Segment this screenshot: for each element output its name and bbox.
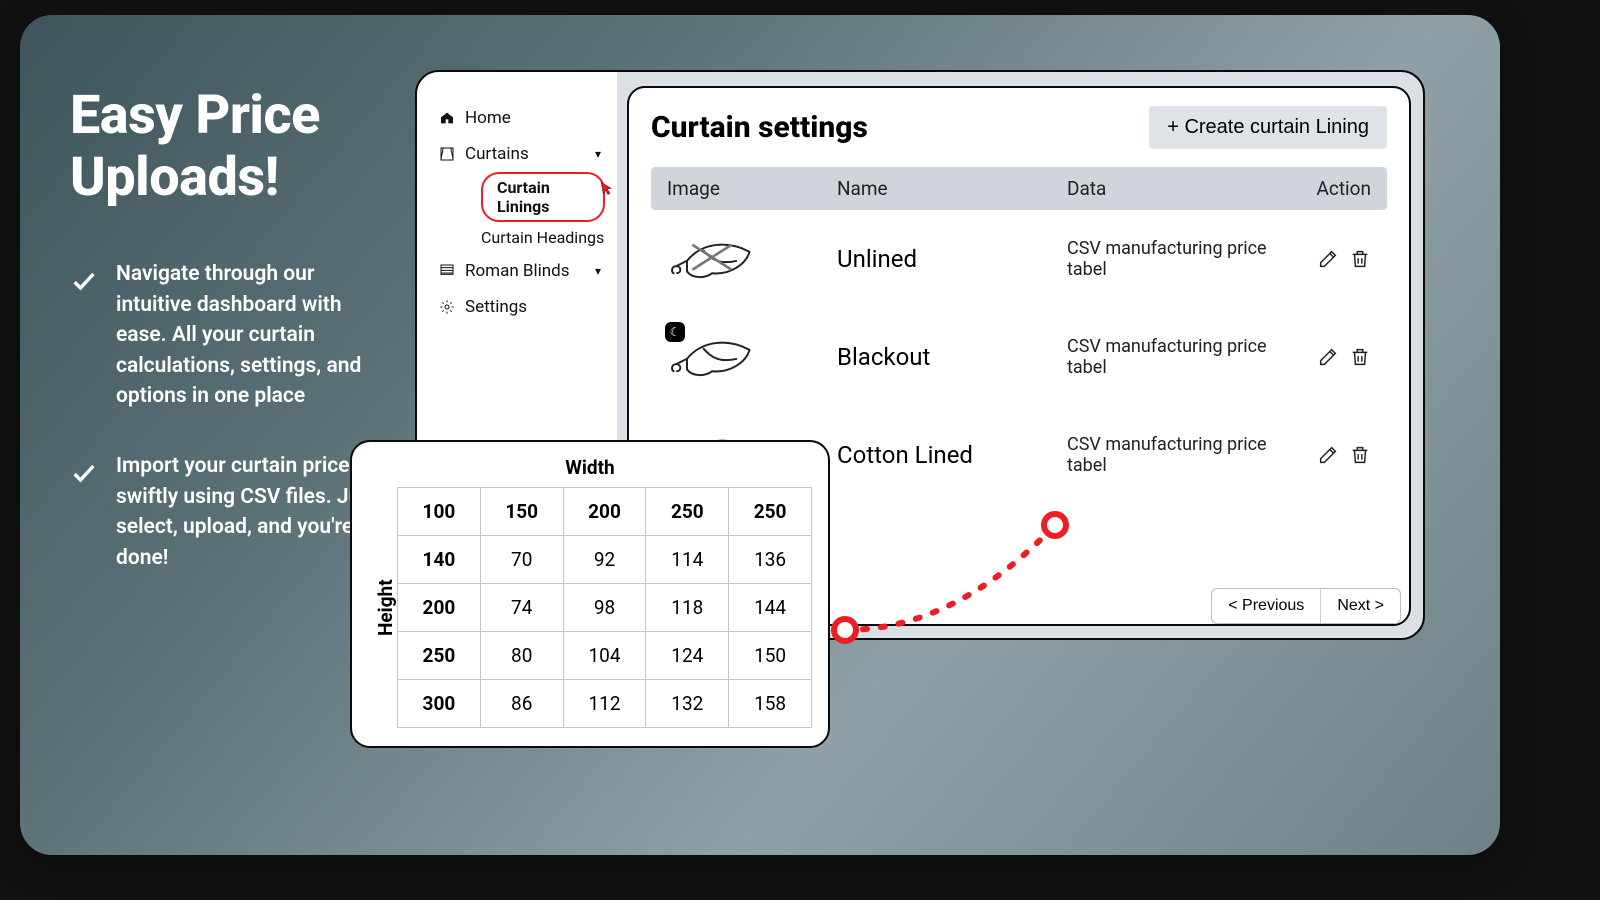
sidebar-sub-label: Curtain Headings	[481, 228, 604, 247]
price-row-head: 200	[398, 584, 481, 632]
price-cell: 92	[563, 536, 646, 584]
price-cell: 98	[563, 584, 646, 632]
trash-icon[interactable]	[1349, 248, 1371, 270]
price-cell: 132	[646, 680, 729, 728]
create-lining-button[interactable]: + Create curtain Lining	[1149, 106, 1387, 149]
price-cell: 74	[480, 584, 563, 632]
curtains-icon	[439, 146, 455, 162]
price-cell: 80	[480, 632, 563, 680]
col-header-action: Action	[1291, 177, 1371, 200]
page-title: Curtain settings	[651, 110, 868, 145]
table-header: Image Name Data Action	[651, 167, 1387, 210]
price-col-head: 250	[729, 488, 812, 536]
price-col-head: 200	[563, 488, 646, 536]
sidebar-item-roman-blinds[interactable]: Roman Blinds ▾	[435, 253, 605, 289]
price-cell: 112	[563, 680, 646, 728]
pointer-cursor-icon	[593, 178, 619, 207]
table-row: UnlinedCSV manufacturing price tabel	[651, 210, 1387, 308]
fabric-icon: ☾	[667, 332, 757, 382]
trash-icon[interactable]	[1349, 346, 1371, 368]
col-header-name: Name	[837, 177, 1067, 200]
fabric-icon	[667, 234, 757, 284]
col-header-data: Data	[1067, 177, 1291, 200]
price-row-head: 250	[398, 632, 481, 680]
gear-icon	[439, 299, 455, 315]
row-data: CSV manufacturing price tabel	[1067, 434, 1291, 476]
price-cell: 158	[729, 680, 812, 728]
check-icon	[70, 459, 98, 487]
trash-icon[interactable]	[1349, 444, 1371, 466]
row-data: CSV manufacturing price tabel	[1067, 238, 1291, 280]
price-width-label: Width	[368, 456, 812, 479]
sidebar-sub-label: Curtain Linings	[497, 178, 550, 216]
prev-button[interactable]: < Previous	[1212, 589, 1320, 623]
pager: < Previous Next >	[1211, 588, 1401, 624]
sidebar-item-label: Settings	[465, 297, 527, 317]
price-cell: 118	[646, 584, 729, 632]
sidebar-item-settings[interactable]: Settings	[435, 289, 605, 325]
sidebar-sub-curtain-linings[interactable]: Curtain Linings	[481, 172, 605, 222]
sidebar-item-label: Home	[465, 108, 511, 128]
price-col-head: 150	[480, 488, 563, 536]
chevron-down-icon: ▾	[595, 147, 601, 161]
price-row-head: 300	[398, 680, 481, 728]
promo-bullet-text: Import your curtain prices swiftly using…	[116, 451, 390, 573]
promo-bullet-text: Navigate through our intuitive dashboard…	[116, 259, 390, 411]
sidebar-item-home[interactable]: Home	[435, 100, 605, 136]
row-name: Blackout	[837, 343, 1067, 371]
promo-bullet: Import your curtain prices swiftly using…	[70, 451, 390, 573]
sidebar-item-label: Roman Blinds	[465, 261, 570, 281]
marketing-stage: Easy Price Uploads! Navigate through our…	[20, 15, 1500, 855]
home-icon	[439, 110, 455, 126]
col-header-image: Image	[667, 177, 837, 200]
row-data: CSV manufacturing price tabel	[1067, 336, 1291, 378]
price-cell: 86	[480, 680, 563, 728]
promo-column: Easy Price Uploads! Navigate through our…	[70, 85, 390, 613]
chevron-down-icon: ▾	[595, 264, 601, 278]
sidebar-item-label: Curtains	[465, 144, 529, 164]
sidebar-item-curtains[interactable]: Curtains ▾	[435, 136, 605, 172]
price-cell: 70	[480, 536, 563, 584]
price-cell: 114	[646, 536, 729, 584]
price-cell: 136	[729, 536, 812, 584]
moon-icon: ☾	[665, 322, 685, 342]
row-name: Unlined	[837, 245, 1067, 273]
price-cell: 124	[646, 632, 729, 680]
edit-icon[interactable]	[1317, 346, 1339, 368]
blinds-icon	[439, 263, 455, 279]
edit-icon[interactable]	[1317, 444, 1339, 466]
promo-headline: Easy Price Uploads!	[70, 85, 390, 209]
price-cell: 144	[729, 584, 812, 632]
price-col-head: 250	[646, 488, 729, 536]
price-cell: 104	[563, 632, 646, 680]
price-table-card: Width Height 100150200250250140709211413…	[350, 440, 830, 748]
price-table: 1001502002502501407092114136200749811814…	[397, 487, 812, 728]
table-row: ☾ BlackoutCSV manufacturing price tabel	[651, 308, 1387, 406]
promo-bullet: Navigate through our intuitive dashboard…	[70, 259, 390, 411]
next-button[interactable]: Next >	[1320, 589, 1400, 623]
price-row-head: 140	[398, 536, 481, 584]
check-icon	[70, 267, 98, 295]
edit-icon[interactable]	[1317, 248, 1339, 270]
price-height-label: Height	[368, 487, 397, 728]
price-cell: 150	[729, 632, 812, 680]
row-name: Cotton Lined	[837, 441, 1067, 469]
sidebar-sub-curtain-headings[interactable]: Curtain Headings	[481, 222, 605, 253]
price-col-head: 100	[398, 488, 481, 536]
